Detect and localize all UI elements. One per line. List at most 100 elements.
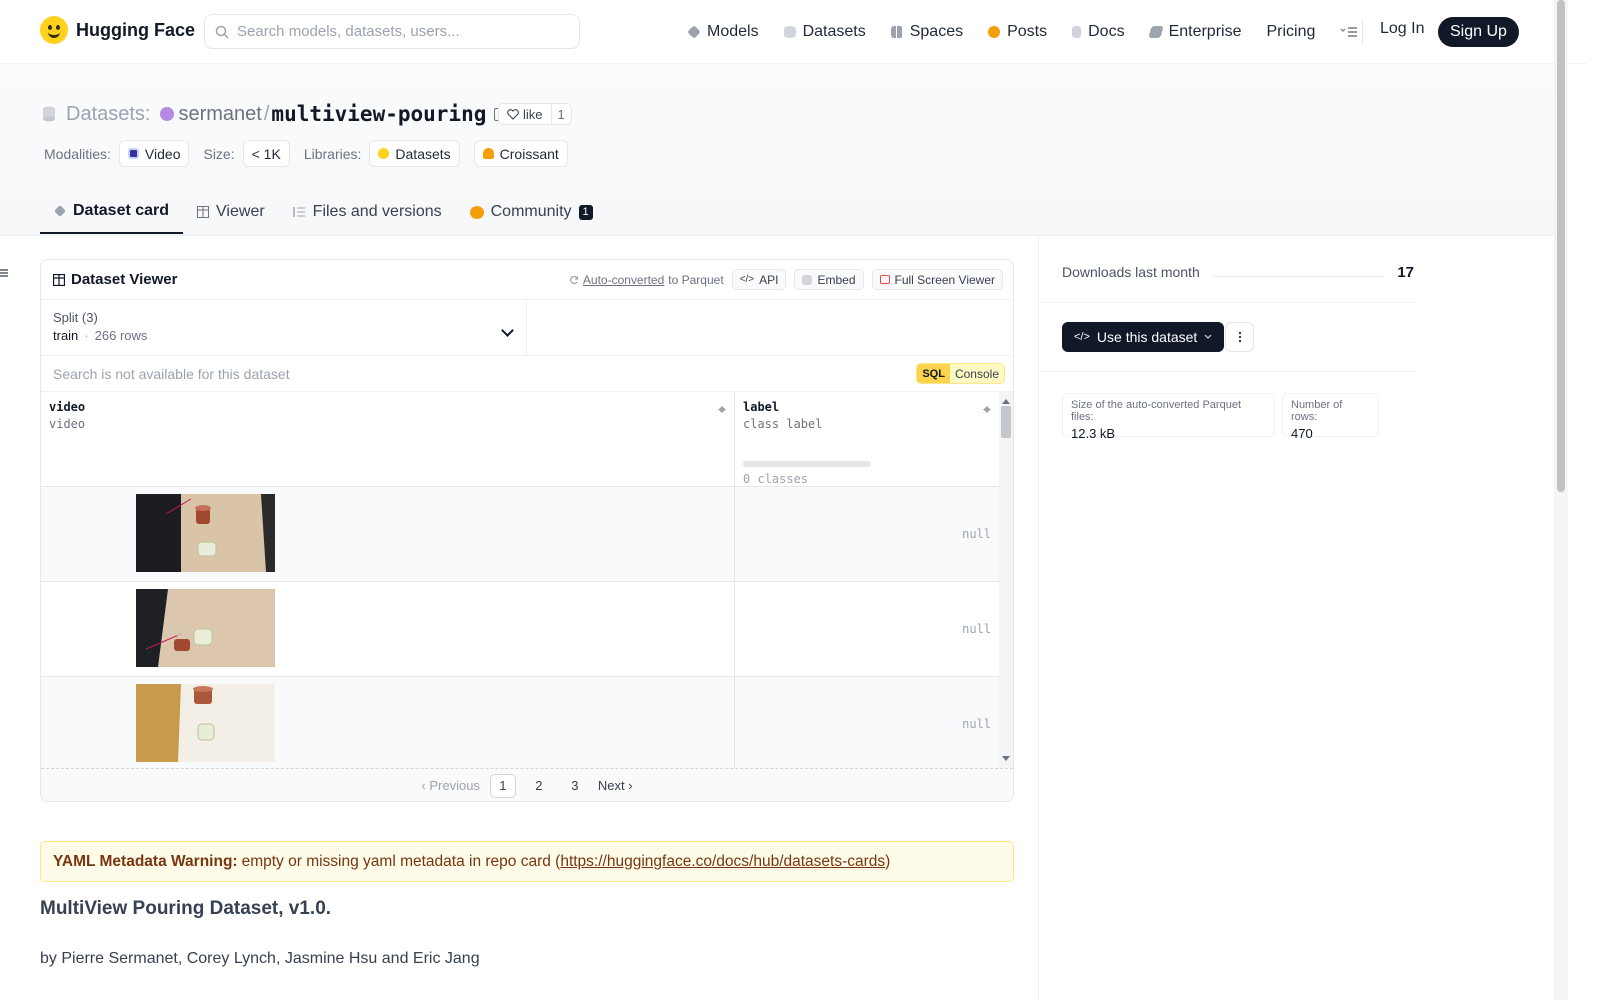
table-row: null	[41, 487, 999, 582]
table-header: video video label class label 0 classes	[41, 392, 999, 487]
use-dataset-button[interactable]: </> Use this dataset	[1062, 322, 1225, 352]
viewer-title: Dataset Viewer	[71, 271, 178, 288]
embed-button[interactable]: Embed	[794, 269, 864, 290]
tab-viewer[interactable]: Viewer	[183, 190, 279, 234]
toc-toggle-icon[interactable]	[0, 265, 8, 281]
nav-spaces[interactable]: Spaces	[890, 17, 964, 47]
pagination: ‹ Previous 1 2 3 Next ›	[41, 768, 1013, 801]
table-row: null	[41, 677, 999, 768]
column-header-video[interactable]: video video	[41, 392, 735, 486]
enterprise-icon	[1147, 26, 1164, 38]
brand-link[interactable]: Hugging Face	[40, 16, 195, 44]
posts-icon	[988, 26, 1001, 38]
more-menu-button[interactable]	[1340, 17, 1358, 47]
repo-tabs: Dataset card Viewer Files and versions C…	[40, 190, 607, 236]
datasets-icon	[783, 26, 796, 38]
like-count[interactable]: 1	[552, 107, 571, 122]
page-scrollbar[interactable]	[1554, 0, 1568, 1000]
login-link[interactable]: Log In	[1380, 20, 1424, 38]
sidebar-divider-line	[1040, 371, 1414, 372]
full-screen-button[interactable]: Full Screen Viewer	[871, 269, 1003, 290]
downloads-count: 17	[1397, 263, 1414, 281]
video-thumbnail[interactable]	[136, 589, 275, 667]
class-distribution-bar	[743, 461, 871, 467]
split-name: train	[53, 328, 79, 343]
search-box[interactable]	[204, 14, 580, 49]
nav-datasets-label: Datasets	[802, 23, 866, 40]
sql-console-label: Console	[954, 366, 999, 381]
previous-page-button[interactable]: ‹ Previous	[421, 778, 480, 793]
size-label: Size:	[203, 145, 235, 162]
auto-converted-link[interactable]: Auto-converted	[583, 273, 664, 287]
tag-size[interactable]: < 1K	[242, 140, 290, 167]
like-label: like	[523, 106, 543, 122]
tab-dataset-card[interactable]: Dataset card	[40, 190, 184, 234]
parquet-size-stat: Size of the auto-converted Parquet files…	[1062, 393, 1275, 441]
table-scrollbar[interactable]	[999, 392, 1013, 768]
sql-console-button[interactable]: SQL Console	[916, 363, 1005, 384]
nav-pricing[interactable]: Pricing	[1266, 17, 1315, 47]
more-options-button[interactable]	[1225, 322, 1254, 352]
like-button[interactable]: like	[499, 104, 552, 124]
video-thumbnail[interactable]	[136, 684, 275, 762]
signup-button[interactable]: Sign Up	[1438, 17, 1519, 47]
viewer-search[interactable]: Search is not available for this dataset…	[41, 356, 1013, 392]
embed-label: Embed	[817, 272, 856, 287]
nav-models[interactable]: Models	[687, 17, 759, 47]
page-scroll-thumb[interactable]	[1557, 0, 1565, 492]
tag-library-croissant[interactable]: Croissant	[473, 140, 568, 167]
split-select[interactable]: Split (3) train · 266 rows	[41, 300, 527, 355]
nav-enterprise-label: Enterprise	[1168, 23, 1242, 40]
breadcrumb-section[interactable]: Datasets:	[66, 103, 150, 126]
sidebar-divider	[1038, 236, 1039, 1000]
warning-link[interactable]: https://huggingface.co/docs/hub/datasets…	[560, 853, 885, 871]
scroll-down-icon[interactable]	[1002, 756, 1010, 765]
label-cell: null	[735, 677, 999, 768]
spaces-icon	[890, 26, 903, 38]
refresh-icon	[569, 275, 578, 284]
scroll-up-icon[interactable]	[1002, 395, 1010, 404]
heart-icon	[507, 108, 519, 120]
warning-text: empty or missing yaml metadata in repo c…	[241, 852, 561, 870]
warning-close-paren: )	[885, 852, 891, 870]
tab-files[interactable]: Files and versions	[279, 190, 456, 234]
tag-library-datasets[interactable]: Datasets	[369, 140, 460, 167]
parquet-size-value: 12.3 kB	[1071, 426, 1116, 441]
video-thumbnail[interactable]	[136, 494, 275, 572]
article-heading: MultiView Pouring Dataset, v1.0.	[40, 898, 332, 919]
nav-datasets[interactable]: Datasets	[783, 17, 866, 47]
kebab-menu-icon	[1238, 331, 1241, 343]
downloads-row: Downloads last month 17	[1062, 262, 1414, 282]
next-page-button[interactable]: Next ›	[598, 778, 633, 793]
scroll-thumb[interactable]	[1001, 406, 1011, 438]
repo-name[interactable]: multiview-pouring	[271, 102, 486, 126]
tab-community[interactable]: Community 1	[456, 190, 607, 234]
nav-items: Models Datasets Spaces Posts Docs Enterp…	[687, 17, 1383, 47]
tag-size-label: < 1K	[251, 145, 281, 162]
community-badge: 1	[578, 204, 593, 220]
num-rows-stat: Number of rows: 470	[1282, 393, 1379, 441]
page-1-button[interactable]: 1	[489, 773, 516, 798]
sort-icon[interactable]	[718, 402, 726, 414]
nav-enterprise[interactable]: Enterprise	[1147, 17, 1242, 47]
page-2-button[interactable]: 2	[526, 774, 552, 798]
video-cell	[41, 582, 735, 676]
page-3-button[interactable]: 3	[562, 774, 588, 798]
parquet-size-label: Size of the auto-converted Parquet files…	[1071, 399, 1241, 423]
nav-spaces-label: Spaces	[909, 23, 964, 40]
column-type: video	[49, 417, 86, 431]
split-row: Split (3) train · 266 rows	[41, 300, 1013, 356]
api-button[interactable]: </> API	[731, 269, 787, 290]
menu-icon	[1340, 27, 1358, 37]
tag-video[interactable]: Video	[118, 140, 190, 167]
sort-icon[interactable]	[983, 402, 991, 414]
files-icon	[292, 207, 305, 217]
column-header-label[interactable]: label class label 0 classes	[735, 392, 999, 486]
owner-link[interactable]: sermanet	[178, 103, 261, 126]
data-table: video video label class label 0 classes	[41, 392, 999, 768]
search-input[interactable]	[237, 23, 557, 40]
nav-posts[interactable]: Posts	[988, 17, 1047, 47]
nav-docs[interactable]: Docs	[1072, 17, 1125, 47]
column-name: video	[49, 400, 86, 414]
tag-library-datasets-label: Datasets	[395, 145, 451, 162]
